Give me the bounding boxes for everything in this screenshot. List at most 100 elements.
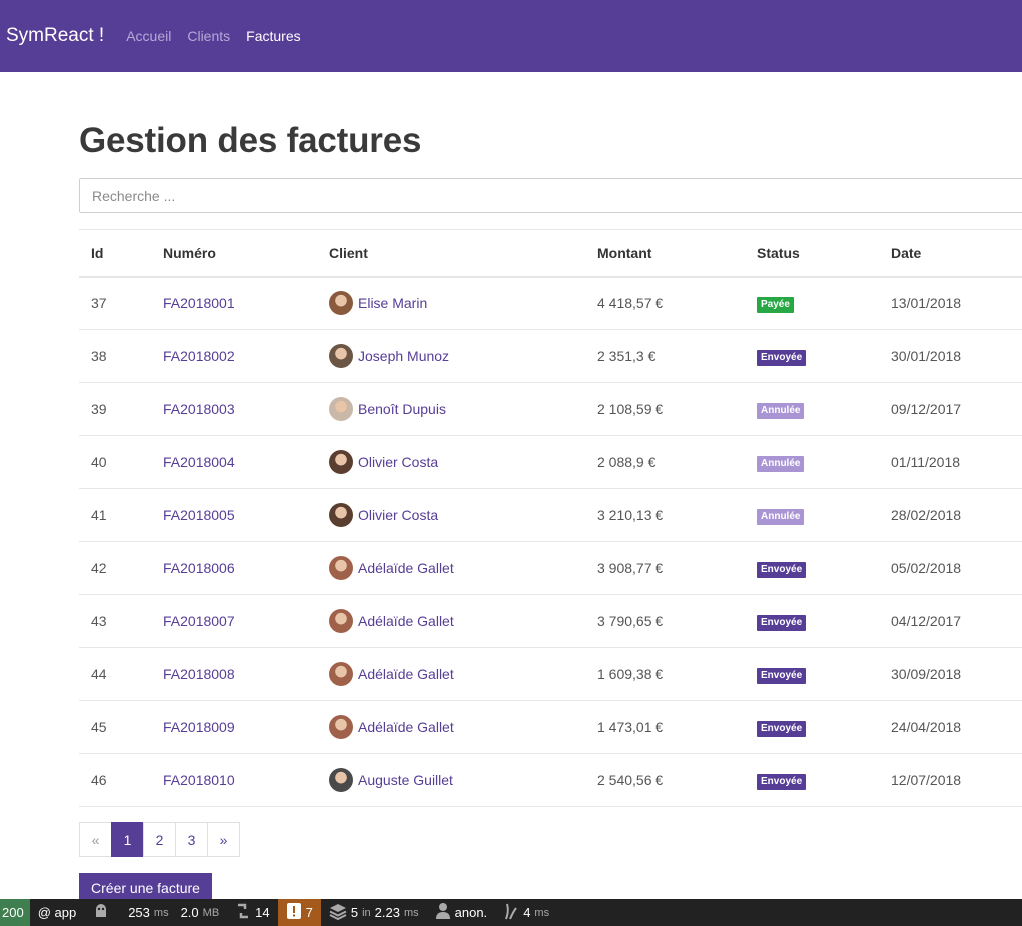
table-row: 46 FA2018010 Auguste Guillet 2 540,56 € … — [79, 753, 1022, 807]
invoice-number-link[interactable]: FA2018005 — [163, 507, 235, 523]
invoice-date: 24/04/2018 — [891, 700, 1022, 754]
status-badge: Annulée — [757, 508, 805, 525]
status-badge: Annulée — [757, 402, 805, 419]
column-header-date: Date — [891, 229, 1022, 278]
warnings-count: 7 — [305, 905, 313, 920]
client-avatar — [329, 503, 353, 527]
column-header-id: Id — [79, 229, 163, 278]
client-avatar — [329, 609, 353, 633]
invoice-date: 28/02/2018 — [891, 488, 1022, 542]
top-navbar: SymReact ! Accueil Clients Factures — [0, 0, 1022, 72]
invoice-number-link[interactable]: FA2018006 — [163, 560, 235, 576]
client-avatar — [329, 344, 353, 368]
status-badge: Envoyée — [757, 561, 807, 578]
invoice-number-link[interactable]: FA2018007 — [163, 613, 235, 629]
invoice-date: 09/12/2017 — [891, 382, 1022, 436]
twig-icon — [503, 902, 519, 924]
pagination-prev-button[interactable]: « — [79, 822, 112, 857]
invoice-id: 46 — [79, 753, 163, 807]
status-badge: Envoyée — [757, 720, 807, 737]
client-name: Benoît Dupuis — [358, 401, 446, 417]
pagination-page-2[interactable]: 2 — [143, 822, 176, 857]
client-cell[interactable]: Olivier Costa — [329, 450, 597, 474]
invoice-date: 30/09/2018 — [891, 647, 1022, 701]
invoice-date: 01/11/2018 — [891, 435, 1022, 489]
invoice-id: 45 — [79, 700, 163, 754]
invoice-number-link[interactable]: FA2018009 — [163, 719, 235, 735]
debug-cache[interactable]: 5 in 2.23 ms — [321, 899, 427, 926]
client-cell[interactable]: Benoît Dupuis — [329, 397, 597, 421]
table-row: 42 FA2018006 Adélaïde Gallet 3 908,77 € … — [79, 541, 1022, 595]
client-cell[interactable]: Adélaïde Gallet — [329, 609, 597, 633]
invoice-date: 12/07/2018 — [891, 753, 1022, 807]
debug-twig[interactable]: 4 ms — [495, 899, 557, 926]
table-row: 37 FA2018001 Elise Marin 4 418,57 € Payé… — [79, 276, 1022, 330]
nav-link-clients[interactable]: Clients — [187, 28, 230, 44]
client-cell[interactable]: Adélaïde Gallet — [329, 715, 597, 739]
invoice-date: 04/12/2017 — [891, 594, 1022, 648]
debug-route[interactable]: @ app — [30, 899, 85, 926]
client-name: Adélaïde Gallet — [358, 560, 454, 576]
invoice-id: 42 — [79, 541, 163, 595]
invoice-amount: 3 210,13 € — [597, 488, 757, 542]
column-header-number: Numéro — [163, 229, 329, 278]
client-name: Adélaïde Gallet — [358, 666, 454, 682]
request-icon — [235, 902, 251, 924]
invoice-number-link[interactable]: FA2018003 — [163, 401, 235, 417]
cache-in-label: in — [362, 906, 371, 919]
client-avatar — [329, 291, 353, 316]
debug-status-code[interactable]: 200 — [0, 899, 30, 926]
cache-time: 2.23 — [374, 905, 400, 920]
invoice-number-link[interactable]: FA2018002 — [163, 348, 235, 364]
client-name: Olivier Costa — [358, 507, 439, 523]
pagination-next-button[interactable]: » — [207, 822, 240, 857]
brand-logo[interactable]: SymReact ! — [6, 25, 104, 47]
status-badge: Envoyée — [757, 667, 807, 684]
pagination-page-1[interactable]: 1 — [111, 822, 144, 857]
user-icon — [435, 902, 451, 924]
search-input[interactable] — [79, 178, 1022, 213]
status-badge: Annulée — [757, 455, 805, 472]
invoice-date: 13/01/2018 — [891, 276, 1022, 330]
invoice-id: 38 — [79, 329, 163, 383]
client-name: Olivier Costa — [358, 454, 439, 470]
table-row: 40 FA2018004 Olivier Costa 2 088,9 € Ann… — [79, 435, 1022, 489]
invoice-id: 39 — [79, 382, 163, 436]
invoice-number-link[interactable]: FA2018004 — [163, 454, 235, 470]
invoice-amount: 2 540,56 € — [597, 753, 757, 807]
client-avatar — [329, 397, 353, 421]
debug-requests[interactable]: 14 — [227, 899, 277, 926]
invoice-amount: 1 473,01 € — [597, 700, 757, 754]
table-row: 41 FA2018005 Olivier Costa 3 210,13 € An… — [79, 488, 1022, 542]
invoice-number-link[interactable]: FA2018001 — [163, 295, 235, 311]
invoice-id: 44 — [79, 647, 163, 701]
invoice-number-link[interactable]: FA2018010 — [163, 772, 235, 788]
client-cell[interactable]: Olivier Costa — [329, 503, 597, 527]
invoice-amount: 2 088,9 € — [597, 435, 757, 489]
invoice-amount: 1 609,38 € — [597, 647, 757, 701]
nav-link-factures[interactable]: Factures — [246, 28, 300, 44]
client-cell[interactable]: Adélaïde Gallet — [329, 662, 597, 686]
client-cell[interactable]: Elise Marin — [329, 291, 597, 316]
invoice-date: 05/02/2018 — [891, 541, 1022, 595]
invoice-id: 37 — [79, 276, 163, 330]
nav-link-accueil[interactable]: Accueil — [126, 28, 171, 44]
client-cell[interactable]: Adélaïde Gallet — [329, 556, 597, 580]
page-title: Gestion des factures — [79, 121, 422, 160]
memory-unit: MB — [202, 906, 220, 919]
cache-count: 5 — [350, 905, 359, 920]
status-badge: Payée — [757, 296, 794, 313]
pagination-page-3[interactable]: 3 — [175, 822, 208, 857]
debug-performance[interactable]: 253 ms 2.0 MB — [84, 899, 227, 926]
client-cell[interactable]: Joseph Munoz — [329, 344, 597, 368]
twig-time: 4 — [523, 905, 531, 920]
client-name: Adélaïde Gallet — [358, 613, 454, 629]
invoices-table: Id Numéro Client Montant Status Date 37 … — [79, 229, 1022, 807]
debug-warnings[interactable]: 7 — [277, 899, 321, 926]
client-cell[interactable]: Auguste Guillet — [329, 768, 597, 792]
ghost-icon — [92, 902, 110, 924]
invoice-id: 43 — [79, 594, 163, 648]
invoice-number-link[interactable]: FA2018008 — [163, 666, 235, 682]
debug-user[interactable]: anon. — [427, 899, 496, 926]
table-row: 38 FA2018002 Joseph Munoz 2 351,3 € Envo… — [79, 329, 1022, 383]
